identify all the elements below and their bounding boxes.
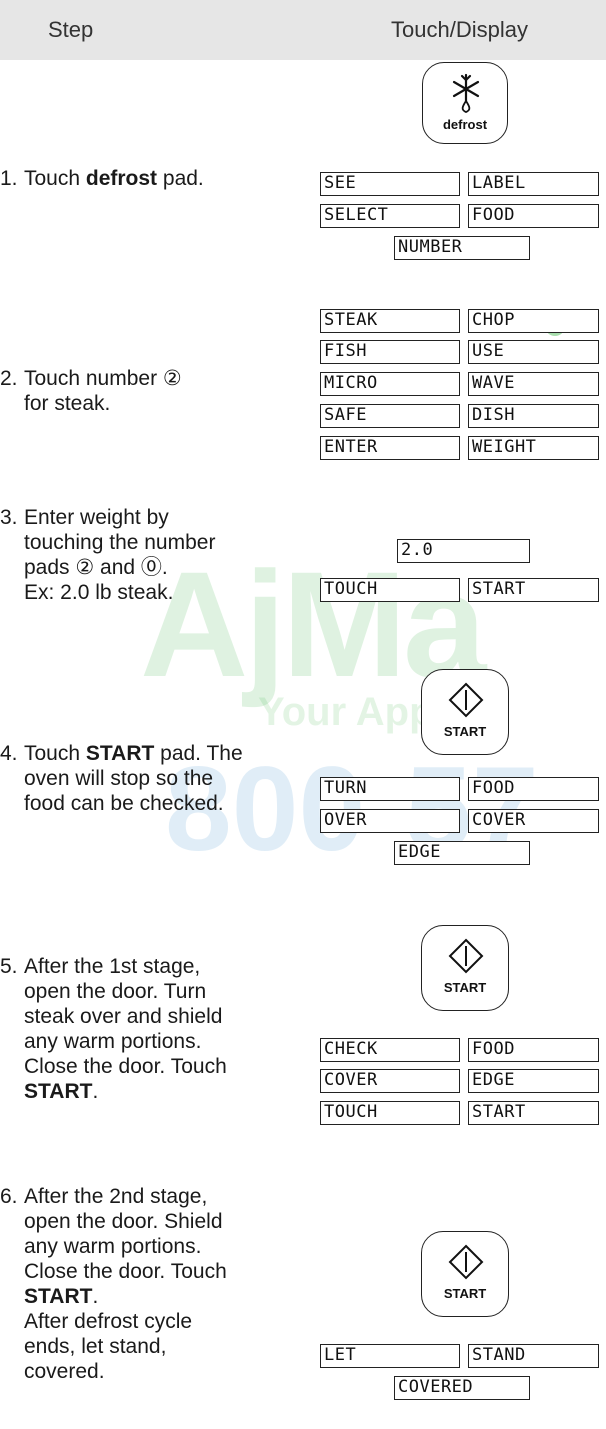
lcd-cell: TOUCH xyxy=(320,578,460,602)
lcd-cell: EDGE xyxy=(468,1069,599,1093)
step-number: 1. xyxy=(0,167,18,190)
header-step: Step xyxy=(48,17,94,42)
step-text: Touch number ② xyxy=(24,367,182,390)
step-text: covered. xyxy=(24,1360,105,1383)
lcd-cell: MICRO xyxy=(320,372,460,396)
start-pad[interactable]: START xyxy=(421,1231,509,1317)
step-text: any warm portions. xyxy=(24,1235,202,1258)
lcd-cell: SELECT xyxy=(320,204,460,228)
lcd-cell: WAVE xyxy=(468,372,599,396)
lcd-cell: DISH xyxy=(468,404,599,428)
step-text-bold: START xyxy=(24,1080,93,1103)
step-text: . xyxy=(92,1080,99,1103)
step-text-bold: START xyxy=(24,1285,93,1308)
lcd-cell: SEE xyxy=(320,172,460,196)
header-touch-display: Touch/Display xyxy=(391,17,528,42)
lcd-cell: ENTER xyxy=(320,436,460,460)
lcd-cell: FOOD xyxy=(468,1038,599,1062)
step-text: Enter weight by xyxy=(24,506,169,529)
step-text: After defrost cycle xyxy=(24,1310,193,1333)
step-text: open the door. Shield xyxy=(24,1210,223,1233)
step-text: any warm portions. xyxy=(24,1030,202,1053)
lcd-cell: COVERED xyxy=(394,1376,530,1400)
step-text: Ex: 2.0 lb steak. xyxy=(24,581,174,604)
step-text: After the 1st stage, xyxy=(24,955,201,978)
step-text: open the door. Turn xyxy=(24,980,207,1003)
lcd-cell: START xyxy=(468,578,599,602)
step-text: for steak. xyxy=(24,392,111,415)
start-diamond-icon xyxy=(448,682,484,718)
start-pad[interactable]: START xyxy=(421,925,509,1011)
lcd-cell: CHECK xyxy=(320,1038,460,1062)
lcd-cell: COVER xyxy=(468,809,599,833)
start-pad-label: START xyxy=(443,1286,487,1301)
step-text: pads ② and ⓪. xyxy=(24,556,168,579)
snowflake-droplet-icon xyxy=(452,73,480,113)
start-pad-label: START xyxy=(443,724,487,739)
step-text: touching the number xyxy=(24,531,216,554)
lcd-cell: CHOP xyxy=(468,309,599,333)
start-pad[interactable]: START xyxy=(421,669,509,755)
step-text-bold: defrost xyxy=(85,167,158,190)
step-text: oven will stop so the xyxy=(24,767,214,790)
lcd-cell: LET xyxy=(320,1344,460,1368)
lcd-weight-display: 2.0 xyxy=(397,539,530,563)
lcd-cell: FISH xyxy=(320,340,460,364)
lcd-cell: START xyxy=(468,1101,599,1125)
step-text-bold: START xyxy=(85,742,155,765)
lcd-cell: FOOD xyxy=(468,204,599,228)
defrost-pad-label: defrost xyxy=(442,117,488,132)
start-pad-label: START xyxy=(443,980,487,995)
step-number: 2. xyxy=(0,367,18,390)
lcd-cell: STEAK xyxy=(320,309,460,333)
start-diamond-icon xyxy=(448,938,484,974)
step-number: 5. xyxy=(0,955,18,978)
step-text: Touch xyxy=(24,742,86,765)
step-number: 3. xyxy=(0,506,18,529)
step-text: steak over and shield xyxy=(24,1005,223,1028)
lcd-cell: TURN xyxy=(320,777,460,801)
lcd-cell: COVER xyxy=(320,1069,460,1093)
table-header: Step Touch/Display xyxy=(0,0,606,60)
lcd-cell: USE xyxy=(468,340,599,364)
step-text: After the 2nd stage, xyxy=(24,1185,208,1208)
step-number: 6. xyxy=(0,1185,18,1208)
lcd-cell: SAFE xyxy=(320,404,460,428)
step-text: ends, let stand, xyxy=(24,1335,167,1358)
lcd-cell: OVER xyxy=(320,809,460,833)
step-text: pad. xyxy=(157,167,204,190)
lcd-cell: TOUCH xyxy=(320,1101,460,1125)
step-text: Close the door. Touch xyxy=(24,1260,227,1283)
lcd-cell: NUMBER xyxy=(394,236,530,260)
start-diamond-icon xyxy=(448,1244,484,1280)
lcd-cell: WEIGHT xyxy=(468,436,599,460)
defrost-pad[interactable]: defrost xyxy=(422,62,508,144)
step-text: . xyxy=(92,1285,99,1308)
lcd-cell: LABEL xyxy=(468,172,599,196)
step-text: food can be checked. xyxy=(24,792,224,815)
step-text: pad. The xyxy=(154,742,243,765)
lcd-cell: STAND xyxy=(468,1344,599,1368)
step-number: 4. xyxy=(0,742,18,765)
step-text: Touch xyxy=(24,167,86,190)
step-text: Close the door. Touch xyxy=(24,1055,227,1078)
lcd-cell: FOOD xyxy=(468,777,599,801)
lcd-cell: EDGE xyxy=(394,841,530,865)
